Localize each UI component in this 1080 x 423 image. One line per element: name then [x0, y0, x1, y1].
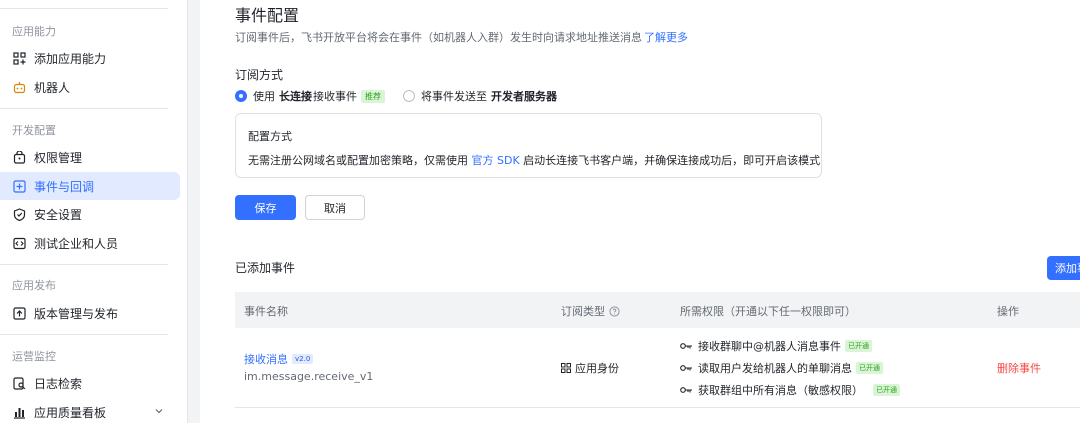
permission-item: 读取用户发给机器人的单聊消息 已开通: [680, 360, 883, 376]
sidebar-divider: [0, 334, 168, 335]
sidebar-gutter: [188, 0, 200, 423]
sidebar-item-log-search[interactable]: 日志检索: [0, 369, 180, 397]
key-icon: [680, 342, 693, 350]
sidebar-item-release[interactable]: 版本管理与发布: [0, 299, 180, 327]
sidebar-divider: [0, 8, 168, 9]
description-text: 订阅事件后，飞书开放平台将会在事件（如机器人入群）发生时向请求地址推送消息: [235, 31, 642, 44]
chevron-down-icon[interactable]: [154, 406, 164, 416]
permission-icon: [12, 150, 26, 164]
code-icon: [12, 236, 26, 250]
sidebar: 应用能力 添加应用能力 机器人 开发配置 权限管理 事件与回调 安全设置 测试企…: [0, 0, 188, 423]
key-icon: [680, 364, 693, 372]
add-event-button[interactable]: 添加事件: [1047, 256, 1080, 280]
sidebar-section-title: 应用能力: [12, 25, 56, 38]
permission-item: 接收群聊中@机器人消息事件 已开通: [680, 338, 872, 354]
column-header: 所需权限（开通以下任一权限即可）: [680, 305, 856, 318]
sidebar-divider: [0, 264, 168, 265]
column-header-type: 订阅类型: [561, 303, 620, 319]
save-button[interactable]: 保存: [235, 195, 296, 220]
option2-prefix: 将事件发送至: [421, 90, 487, 103]
event-name-label[interactable]: 接收消息: [244, 351, 288, 367]
option1-bold: 长连接: [279, 90, 312, 103]
sidebar-item-test-users[interactable]: 测试企业和人员: [0, 229, 180, 257]
permission-item: 获取群组中所有消息（敏感权限） 已开通: [680, 382, 900, 398]
config-box: 配置方式 无需注册公网域名或配置加密策略，仅需使用 官方 SDK 启动长连接飞书…: [235, 113, 822, 178]
sidebar-divider: [0, 108, 168, 109]
sidebar-item-label: 日志检索: [34, 376, 83, 391]
permission-label: 读取用户发给机器人的单聊消息: [698, 362, 852, 375]
grid-icon: [561, 363, 571, 373]
help-icon[interactable]: [609, 305, 620, 317]
column-header: 订阅类型: [561, 305, 605, 318]
upload-icon: [12, 306, 26, 320]
sidebar-item-security[interactable]: 安全设置: [0, 200, 180, 228]
sdk-link[interactable]: 官方 SDK: [472, 154, 520, 167]
config-text-before: 无需注册公网域名或配置加密策略，仅需使用: [248, 154, 468, 167]
event-id: im.message.receive_v1: [244, 370, 374, 383]
event-name[interactable]: 接收消息 v2.0: [244, 351, 314, 367]
event-icon: [12, 179, 26, 193]
option1-suffix: 接收事件: [313, 90, 357, 103]
cancel-button[interactable]: 取消: [305, 195, 365, 220]
subscription-type-label: 应用身份: [575, 362, 619, 375]
sidebar-item-events[interactable]: 事件与回调: [0, 172, 180, 200]
sidebar-item-label: 事件与回调: [34, 179, 95, 194]
page-description: 订阅事件后，飞书开放平台将会在事件（如机器人入群）发生时向请求地址推送消息 了解更…: [235, 29, 688, 45]
sidebar-item-label: 添加应用能力: [34, 51, 107, 66]
events-table-header: 事件名称 订阅类型 所需权限（开通以下任一权限即可） 操作: [235, 292, 1080, 328]
sidebar-item-label: 测试企业和人员: [34, 236, 119, 251]
sidebar-item-label: 权限管理: [34, 150, 83, 165]
sidebar-section-title: 运营监控: [12, 350, 56, 363]
sidebar-item-label: 应用质量看板: [34, 405, 107, 420]
option2-bold: 开发者服务器: [491, 90, 557, 103]
sidebar-item-label: 安全设置: [34, 207, 83, 222]
version-tag: v2.0: [292, 354, 314, 364]
permission-label: 获取群组中所有消息（敏感权限）: [698, 384, 863, 397]
column-header: 事件名称: [244, 305, 288, 318]
main-content: 事件配置 订阅事件后，飞书开放平台将会在事件（如机器人入群）发生时向请求地址推送…: [200, 0, 1080, 423]
config-text: 无需注册公网域名或配置加密策略，仅需使用 官方 SDK 启动长连接飞书客户端，并…: [248, 152, 820, 168]
sidebar-item-robot[interactable]: 机器人: [0, 73, 180, 101]
recommended-tag: 推荐: [361, 89, 385, 103]
sidebar-section-title: 开发配置: [12, 124, 56, 137]
permission-label: 接收群聊中@机器人消息事件: [698, 340, 841, 353]
key-icon: [680, 386, 693, 394]
column-header: 操作: [997, 305, 1019, 318]
sidebar-item-label: 机器人: [34, 80, 71, 95]
robot-icon: [12, 80, 26, 94]
page-title: 事件配置: [235, 6, 300, 25]
sidebar-item-quality-dashboard[interactable]: 应用质量看板: [0, 398, 180, 423]
table-row: 接收消息 v2.0 im.message.receive_v1 应用身份 接收群…: [235, 328, 1080, 408]
config-text-after: 启动长连接飞书客户端，并确保连接成功后，即可开启该模式: [523, 154, 821, 167]
radio-developer-server[interactable]: [403, 90, 415, 102]
subscription-label: 订阅方式: [235, 68, 284, 82]
sidebar-item-label: 版本管理与发布: [34, 306, 119, 321]
enabled-tag: 已开通: [856, 362, 883, 374]
sidebar-section-title: 应用发布: [12, 279, 56, 292]
sidebar-item-add-capability[interactable]: 添加应用能力: [0, 44, 180, 72]
option1-prefix: 使用: [253, 90, 275, 103]
shield-icon: [12, 207, 26, 221]
bar-chart-icon: [12, 405, 26, 419]
sidebar-item-permissions[interactable]: 权限管理: [0, 143, 180, 171]
learn-more-link[interactable]: 了解更多: [644, 31, 688, 44]
option2[interactable]: 将事件发送至 开发者服务器: [403, 88, 558, 104]
log-search-icon: [12, 376, 26, 390]
config-title: 配置方式: [248, 130, 292, 143]
radio-long-connection[interactable]: [235, 90, 247, 102]
delete-event-link[interactable]: 删除事件: [997, 360, 1041, 376]
grid-plus-icon: [12, 51, 26, 65]
subscription-options: 使用 长连接 接收事件 推荐 将事件发送至 开发者服务器: [235, 88, 558, 104]
enabled-tag: 已开通: [845, 340, 872, 352]
added-events-label: 已添加事件: [235, 261, 296, 275]
enabled-tag: 已开通: [873, 384, 900, 396]
subscription-type: 应用身份: [561, 360, 619, 376]
